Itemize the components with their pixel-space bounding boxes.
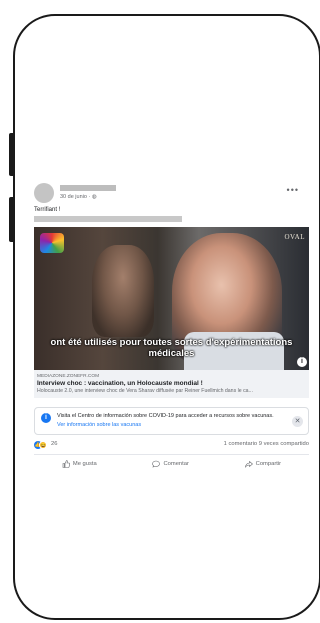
post-header: 30 de junio · ◍ •••: [34, 183, 309, 205]
video-player[interactable]: OVAL ont été utilisés pour toutes sortes…: [34, 227, 309, 370]
avatar[interactable]: [34, 183, 54, 203]
post-date[interactable]: 30 de junio · ◍: [60, 194, 97, 200]
video-subtitle: ont été utilisés pour toutes sortes d'ex…: [50, 337, 293, 359]
info-icon: i: [41, 413, 51, 423]
haha-reaction-icon: 😆: [39, 441, 47, 449]
reaction-count[interactable]: 26: [51, 441, 57, 447]
link-domain: MEDIAZONE.ZONEFR.COM: [37, 374, 100, 379]
share-button[interactable]: Compartir: [244, 460, 282, 468]
link-preview[interactable]: MEDIAZONE.ZONEFR.COM Interview choc : va…: [34, 370, 309, 398]
thumbs-up-icon: [62, 460, 70, 468]
channel-logo: [40, 233, 64, 253]
share-icon: [244, 460, 253, 468]
covid-notice-text: Visita el Centro de información sobre CO…: [57, 413, 274, 419]
comments-shares-count[interactable]: 1 comentario 9 veces compartido: [224, 441, 309, 447]
like-button[interactable]: Me gusta: [62, 460, 97, 468]
reaction-icons[interactable]: 👍 😆: [34, 441, 48, 449]
facebook-post: 30 de junio · ◍ ••• Terrifiant ! OVAL on…: [34, 183, 309, 468]
like-label: Me gusta: [72, 461, 97, 467]
video-background-person: [92, 245, 154, 337]
info-icon[interactable]: i: [297, 357, 307, 367]
link-description: Holocauste 2.0, une interview choc de Ve…: [37, 388, 253, 394]
post-actions: Me gusta Comentar Compartir: [34, 454, 309, 468]
covid-info-link[interactable]: Ver información sobre las vacunas: [57, 422, 290, 429]
link-title: Interview choc : vaccination, un Holocau…: [37, 380, 203, 387]
post-text: Terrifiant !: [34, 207, 61, 213]
redacted-text: [34, 216, 182, 222]
comment-button[interactable]: Comentar: [152, 460, 189, 468]
redacted-author-name: [60, 185, 116, 191]
share-label: Compartir: [255, 461, 282, 467]
comment-label: Comentar: [163, 461, 189, 467]
comment-icon: [152, 460, 161, 468]
channel-brand: OVAL: [284, 233, 305, 241]
post-date-text: 30 de junio ·: [60, 194, 92, 200]
post-stats: 👍 😆 26 1 comentario 9 veces compartido: [34, 441, 309, 453]
close-icon[interactable]: ✕: [292, 416, 303, 427]
covid-info-notice: i Visita el Centro de información sobre …: [34, 407, 309, 435]
globe-icon: ◍: [91, 194, 97, 200]
more-options-icon[interactable]: •••: [287, 185, 299, 195]
